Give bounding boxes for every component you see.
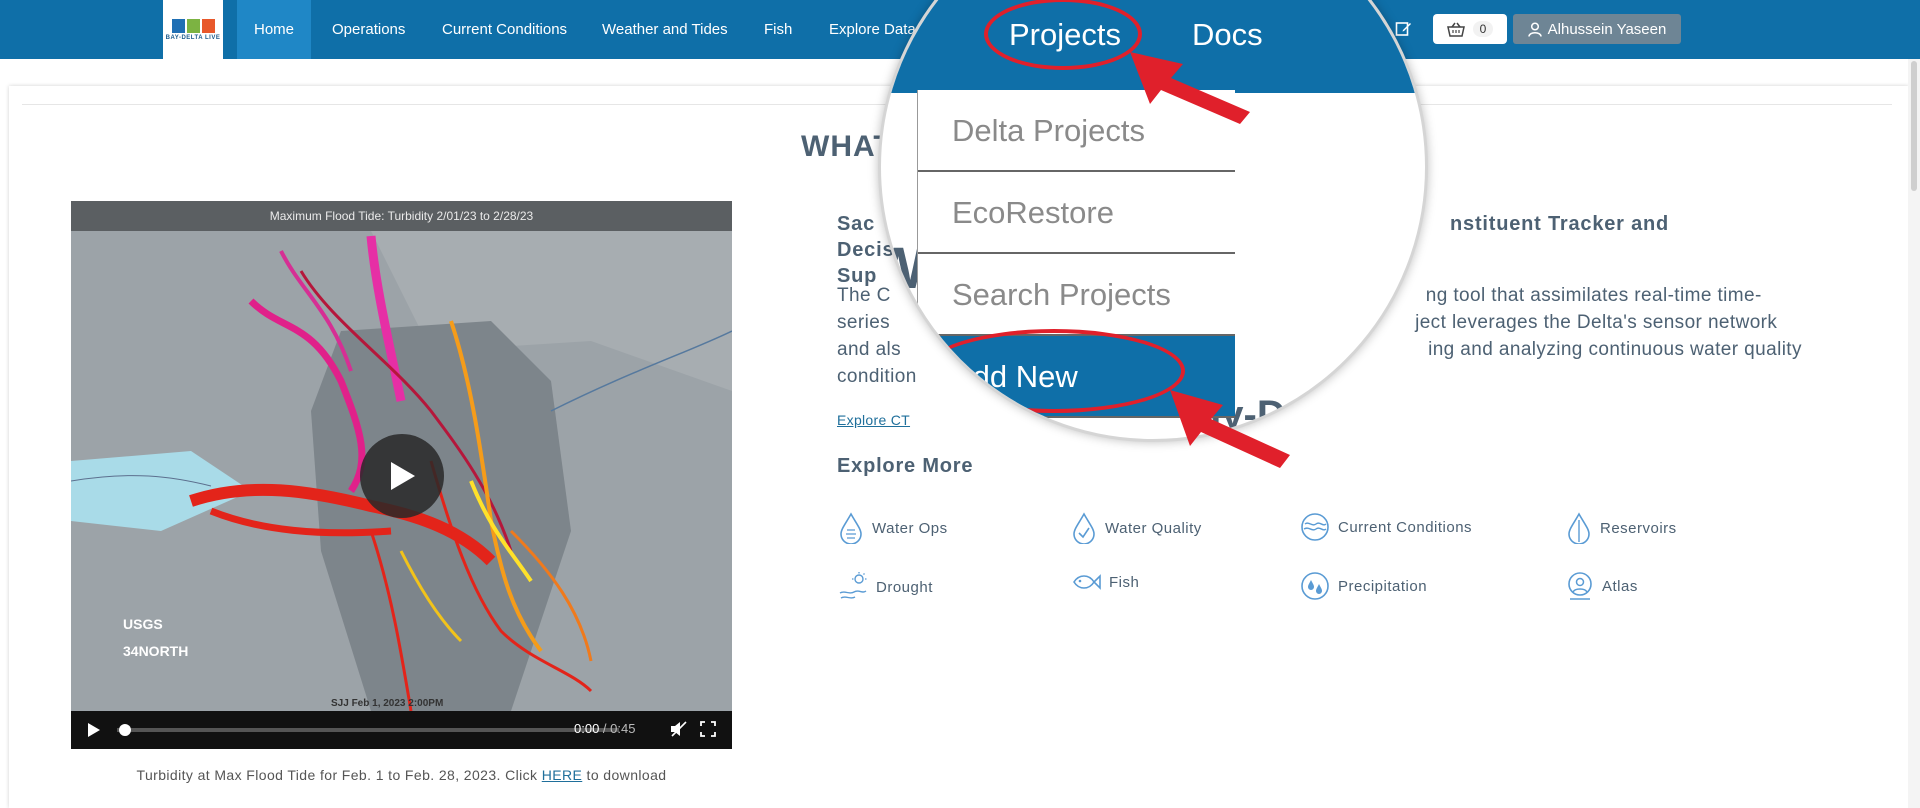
explore-label: Fish <box>1109 573 1140 591</box>
body-line-right: ject leverages the Delta's sensor networ… <box>1415 312 1778 333</box>
atlas-icon <box>1568 572 1592 600</box>
nav-current-conditions[interactable]: Current Conditions <box>442 0 567 59</box>
explore-label: Drought <box>876 578 933 596</box>
scrubber-handle[interactable] <box>119 724 131 736</box>
download-link[interactable]: HERE <box>542 767 583 783</box>
video-note-text-end: to download <box>582 767 667 783</box>
menu-item-search-projects[interactable]: Search Projects <box>918 254 1235 336</box>
video-caption: Maximum Flood Tide: Turbidity 2/01/23 to… <box>71 201 732 231</box>
highlight-ring-projects <box>984 0 1142 70</box>
nav-home[interactable]: Home <box>237 0 312 59</box>
body-line-left: condition <box>837 366 917 387</box>
play-control-icon[interactable] <box>87 722 101 743</box>
play-icon <box>391 462 415 490</box>
nav-fish[interactable]: Fish <box>764 0 792 59</box>
video-note-text: Turbidity at Max Flood Tide for Feb. 1 t… <box>136 767 542 783</box>
body-line-right: ing and analyzing continuous water quali… <box>1428 339 1802 360</box>
page-scrollbar[interactable] <box>1908 59 1920 808</box>
video-player[interactable]: Maximum Flood Tide: Turbidity 2/01/23 to… <box>71 201 732 749</box>
user-name: Alhussein Yaseen <box>1547 20 1667 38</box>
menu-item-ecorestore[interactable]: EcoRestore <box>918 172 1235 254</box>
explore-drought[interactable]: Drought <box>838 571 933 603</box>
explore-label: Atlas <box>1602 577 1638 595</box>
explore-precipitation[interactable]: Precipitation <box>1300 571 1427 601</box>
basket-icon <box>1446 22 1465 37</box>
menu-item-delta-projects[interactable]: Delta Projects <box>918 90 1235 172</box>
time-separator: / <box>599 721 611 736</box>
video-note: Turbidity at Max Flood Tide for Feb. 1 t… <box>71 767 732 783</box>
mute-icon[interactable] <box>670 721 688 742</box>
explore-water-quality[interactable]: Water Quality <box>1071 512 1202 544</box>
user-icon <box>1527 21 1542 37</box>
explore-water-ops[interactable]: Water Ops <box>838 512 948 544</box>
highlight-ring-add-new <box>923 329 1185 413</box>
fish-icon <box>1073 574 1101 590</box>
time-current: 0:00 <box>574 721 600 736</box>
reservoir-icon <box>1568 512 1590 544</box>
body-line-right: ng tool that assimilates real-time time- <box>1425 285 1762 306</box>
explore-ct-link[interactable]: Explore CT <box>837 412 910 428</box>
explore-atlas[interactable]: Atlas <box>1566 571 1638 601</box>
body-line-left: and als <box>837 339 902 360</box>
explore-label: Precipitation <box>1338 577 1428 595</box>
water-quality-icon <box>1073 512 1095 544</box>
explore-fish[interactable]: Fish <box>1071 571 1139 593</box>
nav-weather-tides[interactable]: Weather and Tides <box>602 0 728 59</box>
waves-icon <box>1301 513 1329 541</box>
map-timestamp: SJJ Feb 1, 2023 2:00PM <box>331 698 443 709</box>
video-scrubber[interactable] <box>117 728 619 732</box>
water-drop-icon <box>840 512 862 544</box>
cart-count-badge: 0 <box>1472 21 1494 37</box>
usgs-logo: USGS <box>123 616 163 632</box>
drought-icon <box>839 572 867 599</box>
menu-item-partial-project[interactable]: a Project <box>918 418 1235 439</box>
magnified-navbar <box>881 0 1425 93</box>
fullscreen-icon[interactable] <box>700 721 716 742</box>
34north-logo: 34NORTH <box>123 643 188 659</box>
magnified-nav-docs[interactable]: Docs <box>1192 17 1263 53</box>
nav-operations[interactable]: Operations <box>332 0 405 59</box>
explore-label: Current Conditions <box>1338 518 1473 536</box>
explore-label: Reservoirs <box>1600 519 1677 537</box>
site-logo[interactable]: BAY-DELTA LIVE <box>163 0 223 59</box>
explore-current-conditions[interactable]: Current Conditions <box>1300 512 1472 542</box>
user-menu-button[interactable]: Alhussein Yaseen <box>1513 14 1681 44</box>
precipitation-icon <box>1301 572 1329 600</box>
explore-more-title: Explore More <box>837 455 974 477</box>
body-line-left: series <box>837 312 891 333</box>
explore-label: Water Ops <box>872 519 948 537</box>
logo-text: BAY-DELTA LIVE <box>165 34 221 41</box>
explore-label: Water Quality <box>1105 519 1202 537</box>
video-time: 0:00 / 0:45 <box>574 721 635 736</box>
explore-reservoirs[interactable]: Reservoirs <box>1566 512 1677 544</box>
ct-heading-left: Sac <box>837 213 875 235</box>
video-controls: 0:00 / 0:45 <box>71 711 732 749</box>
scrollbar-thumb[interactable] <box>1911 61 1917 191</box>
logo-icons <box>171 18 215 33</box>
time-duration: 0:45 <box>610 721 636 736</box>
cart-button[interactable]: 0 <box>1433 14 1507 44</box>
video-play-button[interactable] <box>360 434 444 518</box>
